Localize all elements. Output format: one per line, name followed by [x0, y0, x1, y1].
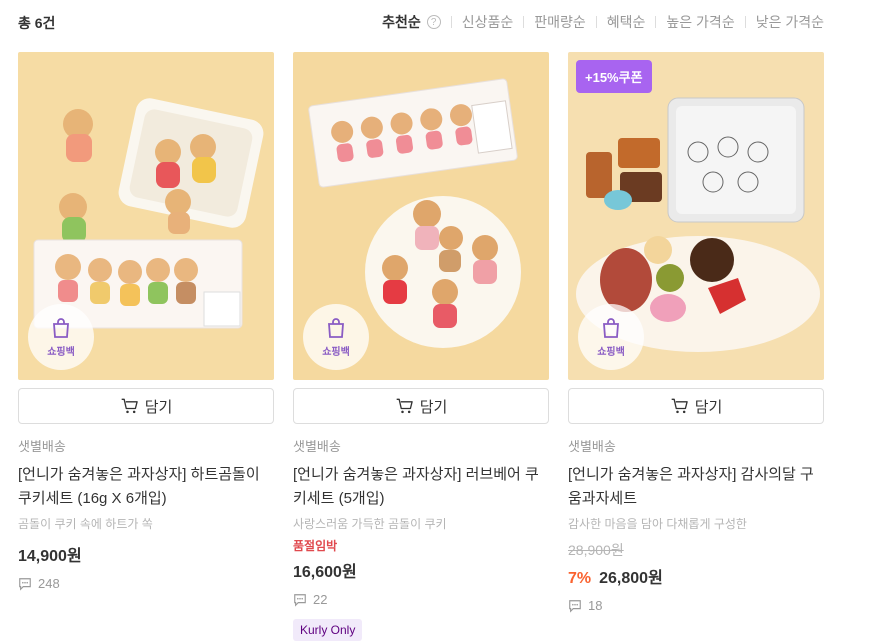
- original-price: 28,900원: [568, 542, 624, 558]
- list-toolbar: 총 6건 추천순 ? 신상품순 판매량순 혜택순 높은 가격순 낮은 가격순: [0, 0, 876, 44]
- sort-benefit[interactable]: 혜택순: [607, 12, 646, 32]
- shopping-bag-icon: [603, 318, 619, 338]
- bag-label: 쇼핑백: [322, 347, 350, 358]
- product-image[interactable]: 쇼핑백: [18, 52, 274, 380]
- price-row: 16,600원: [293, 558, 549, 582]
- delivery-type: 샛별배송: [293, 439, 341, 454]
- delivery-type: 샛별배송: [568, 439, 616, 454]
- product-desc: 곰돌이 쿠키 속에 하트가 쏙: [18, 517, 153, 531]
- product-title[interactable]: [언니가 숨겨놓은 과자상자] 하트곰돌이 쿠키세트 (16g X 6개입): [18, 463, 274, 511]
- shopping-bag-badge: 쇼핑백: [28, 304, 94, 370]
- sort-options: 추천순 ? 신상품순 판매량순 혜택순 높은 가격순 낮은 가격순: [382, 12, 824, 32]
- review-number: 248: [38, 576, 60, 591]
- review-number: 18: [588, 598, 603, 613]
- divider: [523, 16, 525, 28]
- sort-price-low[interactable]: 낮은 가격순: [756, 12, 824, 32]
- sort-sales[interactable]: 판매량순: [534, 12, 586, 32]
- kurly-only-badge: Kurly Only: [293, 619, 363, 641]
- product-card[interactable]: 쇼핑백 담기 샛별배송 [언니가 숨겨놓은 과자상자] 러브베어 쿠키세트 (5…: [293, 52, 549, 641]
- bag-label: 쇼핑백: [597, 347, 625, 358]
- product-desc: 감사한 마음을 담아 다채롭게 구성한: [568, 517, 747, 531]
- product-title[interactable]: [언니가 숨겨놓은 과자상자] 러브베어 쿠키세트 (5개입): [293, 463, 549, 511]
- comment-icon: [294, 593, 306, 607]
- price-row: 14,900원: [18, 542, 274, 566]
- comment-icon: [569, 599, 581, 613]
- product-title[interactable]: [언니가 숨겨놓은 과자상자] 감사의달 구움과자세트: [568, 463, 824, 511]
- product-price: 26,800원: [599, 570, 663, 587]
- cart-label: 담기: [694, 398, 723, 416]
- shopping-bag-badge: 쇼핑백: [578, 304, 644, 370]
- product-card[interactable]: +15%쿠폰 쇼핑백 담기 샛별배송 [언니가 숨겨놓은 과자상자] 감사의달 …: [568, 52, 824, 641]
- shopping-bag-badge: 쇼핑백: [303, 304, 369, 370]
- cart-label: 담기: [419, 398, 448, 416]
- product-image[interactable]: 쇼핑백: [293, 52, 549, 380]
- review-count: 22: [293, 592, 549, 607]
- review-count: 18: [568, 598, 824, 613]
- product-image[interactable]: +15%쿠폰 쇼핑백: [568, 52, 824, 380]
- cart-label: 담기: [144, 398, 173, 416]
- divider: [595, 16, 597, 28]
- divider: [744, 16, 746, 28]
- price-row: 7% 26,800원: [568, 564, 824, 588]
- review-count: 248: [18, 576, 274, 591]
- divider: [655, 16, 657, 28]
- cart-icon: [396, 398, 413, 414]
- divider: [450, 16, 452, 28]
- delivery-type: 샛별배송: [18, 439, 66, 454]
- comment-icon: [19, 577, 31, 591]
- cart-icon: [121, 398, 138, 414]
- product-grid: 쇼핑백 담기 샛별배송 [언니가 숨겨놓은 과자상자] 하트곰돌이 쿠키세트 (…: [18, 52, 824, 641]
- sort-price-high[interactable]: 높은 가격순: [666, 12, 734, 32]
- sort-newest[interactable]: 신상품순: [462, 12, 514, 32]
- product-price: 14,900원: [18, 548, 82, 565]
- bag-label: 쇼핑백: [47, 347, 75, 358]
- shopping-bag-icon: [53, 318, 69, 338]
- cart-icon: [671, 398, 688, 414]
- help-icon[interactable]: ?: [426, 15, 441, 29]
- add-to-cart-button[interactable]: 담기: [568, 388, 824, 424]
- add-to-cart-button[interactable]: 담기: [293, 388, 549, 424]
- coupon-badge: +15%쿠폰: [576, 60, 652, 93]
- sort-recommended[interactable]: 추천순: [382, 12, 421, 32]
- product-card[interactable]: 쇼핑백 담기 샛별배송 [언니가 숨겨놓은 과자상자] 하트곰돌이 쿠키세트 (…: [18, 52, 274, 641]
- product-desc: 사랑스러움 가득한 곰돌이 쿠키: [293, 517, 447, 531]
- product-price: 16,600원: [293, 564, 357, 581]
- add-to-cart-button[interactable]: 담기: [18, 388, 274, 424]
- stock-status: 품절임박: [293, 539, 338, 553]
- discount-rate: 7%: [568, 570, 592, 587]
- shopping-bag-icon: [328, 318, 344, 338]
- review-number: 22: [313, 592, 328, 607]
- total-count: 총 6건: [18, 15, 56, 31]
